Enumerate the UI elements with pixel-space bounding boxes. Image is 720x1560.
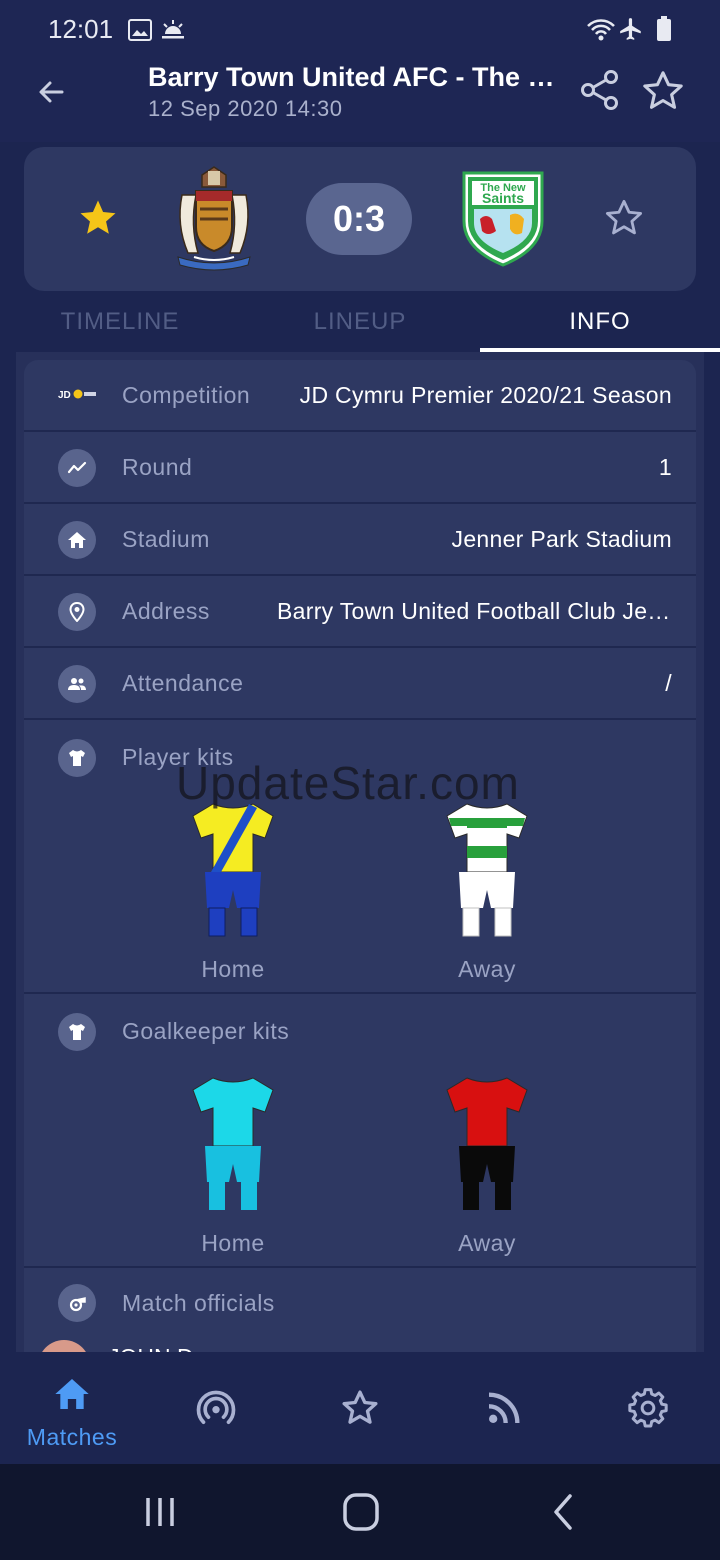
goalkeeper-away-kit: Away [422,1076,552,1257]
share-icon[interactable] [578,68,622,112]
info-panel[interactable]: JD Competition JD Cymru Premier 2020/21 … [16,352,704,1352]
back-arrow-icon[interactable] [30,72,74,112]
attendance-label: Attendance [122,670,244,696]
competition-value: JD Cymru Premier 2020/21 Season [299,382,672,408]
round-row[interactable]: Round 1 [24,432,696,504]
battery-icon [657,16,671,41]
competition-logo-icon: JD [58,389,96,401]
gear-icon [628,1388,668,1428]
nav-news[interactable] [432,1352,576,1464]
favorite-match-star-icon[interactable] [640,68,686,114]
address-row[interactable]: Address Barry Town United Football Club … [24,576,696,648]
round-value: 1 [658,454,672,480]
system-nav-bar [0,1464,720,1560]
match-datetime: 12 Sep 2020 14:30 [148,96,343,121]
nav-matches[interactable]: Matches [0,1352,144,1464]
airplane-icon [620,18,641,40]
status-time: 12:01 [48,14,114,44]
gallery-icon [128,19,152,41]
whistle-icon [58,1284,96,1322]
info-list: JD Competition JD Cymru Premier 2020/21 … [24,360,696,1352]
score: 0:3 [306,183,412,255]
attendance-value: / [665,670,672,696]
live-icon [196,1390,236,1424]
player-home-kit-label: Home [201,956,265,982]
shirt-icon [58,1013,96,1051]
people-icon [58,665,96,703]
round-label: Round [122,454,193,480]
goalkeeper-away-kit-image [446,1077,528,1210]
nav-settings[interactable] [576,1352,720,1464]
home-icon [58,521,96,559]
goalkeeper-home-kit-label: Home [201,1230,265,1256]
status-bar: 12:01 [0,0,720,58]
address-value: Barry Town United Football Club Jenner P… [277,598,672,624]
star-icon [342,1390,378,1424]
wifi-icon [587,19,615,41]
competition-logo-text: JD [58,390,71,401]
recent-apps-icon[interactable] [136,1490,186,1534]
competition-label: Competition [122,382,251,408]
stadium-value: Jenner Park Stadium [451,526,672,552]
location-pin-icon [58,593,96,631]
stadium-row[interactable]: Stadium Jenner Park Stadium [24,504,696,576]
tab-info[interactable]: INFO [480,296,720,352]
watermark: UpdateStar.com [176,757,520,809]
goalkeeper-home-kit: Home [168,1076,298,1257]
goalkeeper-home-kit-image [192,1077,274,1210]
score-card: 0:3 The New Saints [24,147,696,291]
nav-matches-label: Matches [26,1424,118,1450]
rss-icon [488,1392,520,1424]
goalkeeper-kits-section: Goalkeeper kits Home Away [24,994,696,1268]
bottom-nav: Matches [0,1352,720,1464]
address-label: Address [122,598,210,624]
match-officials-label: Match officials [122,1290,275,1316]
nav-favorites[interactable] [288,1352,432,1464]
weather-icon [162,20,184,39]
player-away-kit-image [446,803,528,937]
attendance-row[interactable]: Attendance / [24,648,696,720]
match-title: Barry Town United AFC - The New Saints [148,62,563,92]
match-officials-section: Match officials JOHN D... [24,1268,696,1352]
player-home-kit-image [192,803,274,937]
trend-icon [58,449,96,487]
back-button-icon[interactable] [538,1490,588,1534]
match-tabs: TIMELINE LINEUP INFO [0,296,720,352]
home-icon [55,1379,89,1409]
tab-lineup[interactable]: LINEUP [240,296,480,352]
app-header: Barry Town United AFC - The New Saints 1… [0,58,720,142]
competition-row[interactable]: JD Competition JD Cymru Premier 2020/21 … [24,360,696,432]
away-team-crest[interactable]: The New Saints [460,169,546,267]
favorite-home-team-star-icon[interactable] [76,197,120,239]
player-away-kit-label: Away [458,956,516,982]
away-crest-text-main: Saints [482,190,524,206]
home-team-crest[interactable] [164,165,264,271]
tab-timeline[interactable]: TIMELINE [0,296,240,352]
official-avatar[interactable] [38,1340,90,1352]
goalkeeper-kits-label: Goalkeeper kits [122,1018,290,1044]
shirt-icon [58,739,96,777]
favorite-away-team-star-icon[interactable] [602,197,646,239]
player-away-kit: Away [422,802,552,983]
goalkeeper-away-kit-label: Away [458,1230,516,1256]
official-name[interactable]: JOHN D... [108,1344,213,1352]
nav-live[interactable] [144,1352,288,1464]
player-home-kit: Home [168,802,298,983]
home-button-icon[interactable] [336,1490,386,1534]
stadium-label: Stadium [122,526,210,552]
